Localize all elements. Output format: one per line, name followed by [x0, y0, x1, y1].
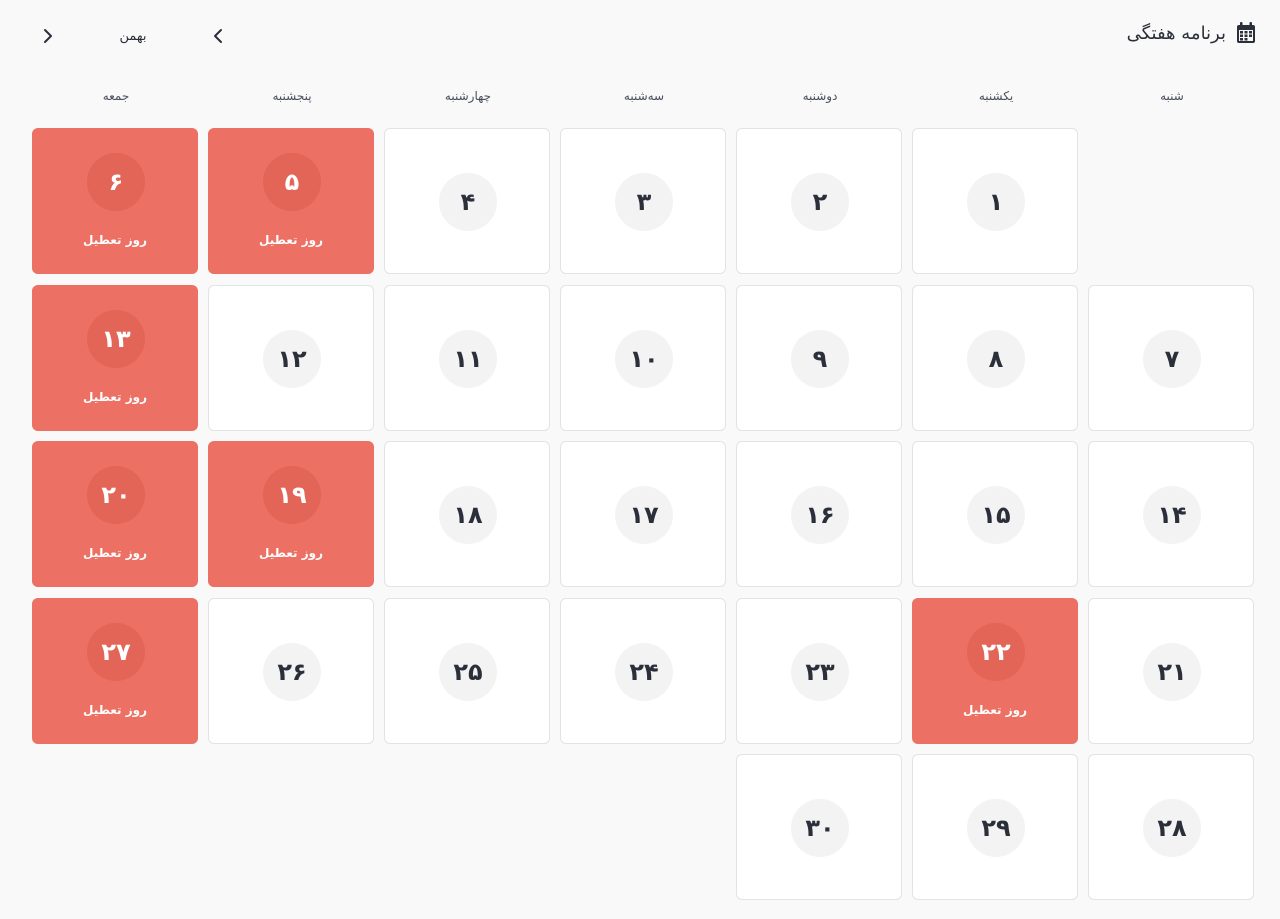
- holiday-label: روز تعطیل: [962, 703, 1028, 717]
- day-number: ۲۱: [1143, 643, 1201, 701]
- holiday-day-cell[interactable]: ۶ روز تعطیل: [32, 128, 198, 274]
- day-cell[interactable]: ۱: [912, 128, 1078, 274]
- day-number: ۷: [1143, 330, 1201, 388]
- next-month-button[interactable]: [36, 24, 60, 52]
- day-number: ۹: [791, 330, 849, 388]
- holiday-day-cell[interactable]: ۲۷ روز تعطیل: [32, 598, 198, 744]
- weekly-schedule: برنامه هفتگی بهمن شنبه یکشنبه دوشنبه سه‌شنب…: [0, 0, 1280, 919]
- holiday-label: روز تعطیل: [258, 546, 324, 560]
- day-cell[interactable]: ۲۵: [384, 598, 550, 744]
- day-number: ۱۵: [967, 486, 1025, 544]
- chevron-right-icon: [43, 28, 53, 49]
- holiday-label: روز تعطیل: [82, 703, 148, 717]
- day-number: ۱۶: [791, 486, 849, 544]
- day-number: ۸: [967, 330, 1025, 388]
- holiday-day-cell[interactable]: ۲۲ روز تعطیل: [912, 598, 1078, 744]
- day-number: ۳۰: [791, 799, 849, 857]
- holiday-label: روز تعطیل: [82, 233, 148, 247]
- day-cell[interactable]: ۲۹: [912, 754, 1078, 900]
- day-cell[interactable]: ۸: [912, 285, 1078, 431]
- holiday-label: روز تعطیل: [82, 390, 148, 404]
- day-number: ۱۳: [87, 310, 145, 368]
- weekday-label: دوشنبه: [802, 89, 838, 103]
- weekday-label: شنبه: [1160, 89, 1184, 103]
- day-cell[interactable]: ۷: [1088, 285, 1254, 431]
- day-cell[interactable]: ۴: [384, 128, 550, 274]
- day-cell[interactable]: ۲۸: [1088, 754, 1254, 900]
- day-number: ۲۵: [439, 643, 497, 701]
- day-cell[interactable]: ۱۰: [560, 285, 726, 431]
- weekday-label: چهارشنبه: [444, 89, 492, 103]
- day-cell[interactable]: ۱۴: [1088, 441, 1254, 587]
- holiday-day-cell[interactable]: ۵ روز تعطیل: [208, 128, 374, 274]
- day-cell[interactable]: ۲۱: [1088, 598, 1254, 744]
- day-cell[interactable]: ۳: [560, 128, 726, 274]
- prev-month-button[interactable]: [206, 24, 230, 52]
- day-number: ۱۰: [615, 330, 673, 388]
- day-number: ۲۳: [791, 643, 849, 701]
- weekday-label: یکشنبه: [978, 89, 1014, 103]
- day-number: ۴: [439, 173, 497, 231]
- day-number: ۶: [87, 153, 145, 211]
- day-number: ۱۱: [439, 330, 497, 388]
- day-number: ۲۶: [263, 643, 321, 701]
- day-number: ۳: [615, 173, 673, 231]
- day-cell[interactable]: ۹: [736, 285, 902, 431]
- weekday-label: پنجشنبه: [272, 89, 312, 103]
- day-cell[interactable]: ۲: [736, 128, 902, 274]
- weekday-label: جمعه: [102, 89, 130, 103]
- holiday-label: روز تعطیل: [82, 546, 148, 560]
- day-cell[interactable]: ۳۰: [736, 754, 902, 900]
- day-number: ۱۸: [439, 486, 497, 544]
- day-number: ۲۲: [967, 623, 1025, 681]
- chevron-left-icon: [213, 28, 223, 49]
- holiday-day-cell[interactable]: ۱۹ روز تعطیل: [208, 441, 374, 587]
- day-number: ۵: [263, 153, 321, 211]
- holiday-day-cell[interactable]: ۲۰ روز تعطیل: [32, 441, 198, 587]
- day-number: ۲۸: [1143, 799, 1201, 857]
- holiday-day-cell[interactable]: ۱۳ روز تعطیل: [32, 285, 198, 431]
- calendar-grid: ۱ ۲ ۳ ۴ ۵ روز تعطیل ۶ روز تعطیل ۷ ۸ ۹ ۱۰ ۱۱ ۱۲ ۱۳ روز ت…: [32, 128, 1256, 904]
- day-number: ۲۷: [87, 623, 145, 681]
- day-cell[interactable]: ۱۱: [384, 285, 550, 431]
- day-number: ۲۹: [967, 799, 1025, 857]
- day-number: ۲۰: [87, 466, 145, 524]
- day-cell[interactable]: ۱۶: [736, 441, 902, 587]
- day-number: ۱۹: [263, 466, 321, 524]
- weekday-label: سه‌شنبه: [623, 89, 665, 103]
- day-cell[interactable]: ۱۵: [912, 441, 1078, 587]
- day-cell[interactable]: ۱۸: [384, 441, 550, 587]
- page-title: برنامه هفتگی: [1126, 22, 1226, 44]
- day-number: ۱۴: [1143, 486, 1201, 544]
- month-label: بهمن: [119, 29, 147, 44]
- day-cell[interactable]: ۲۶: [208, 598, 374, 744]
- calendar-icon: [1236, 22, 1256, 44]
- day-number: ۱۲: [263, 330, 321, 388]
- day-cell[interactable]: ۱۷: [560, 441, 726, 587]
- day-number: ۲۴: [615, 643, 673, 701]
- day-cell[interactable]: ۲۳: [736, 598, 902, 744]
- month-navigation: بهمن: [36, 24, 236, 52]
- page-header: برنامه هفتگی: [1127, 22, 1256, 44]
- holiday-label: روز تعطیل: [258, 233, 324, 247]
- day-cell[interactable]: ۲۴: [560, 598, 726, 744]
- day-cell[interactable]: ۱۲: [208, 285, 374, 431]
- day-number: ۱۷: [615, 486, 673, 544]
- day-number: ۱: [967, 173, 1025, 231]
- day-number: ۲: [791, 173, 849, 231]
- weekday-header: شنبه یکشنبه دوشنبه سه‌شنبه چهارشنبه پنجشنبه جم…: [32, 89, 1256, 107]
